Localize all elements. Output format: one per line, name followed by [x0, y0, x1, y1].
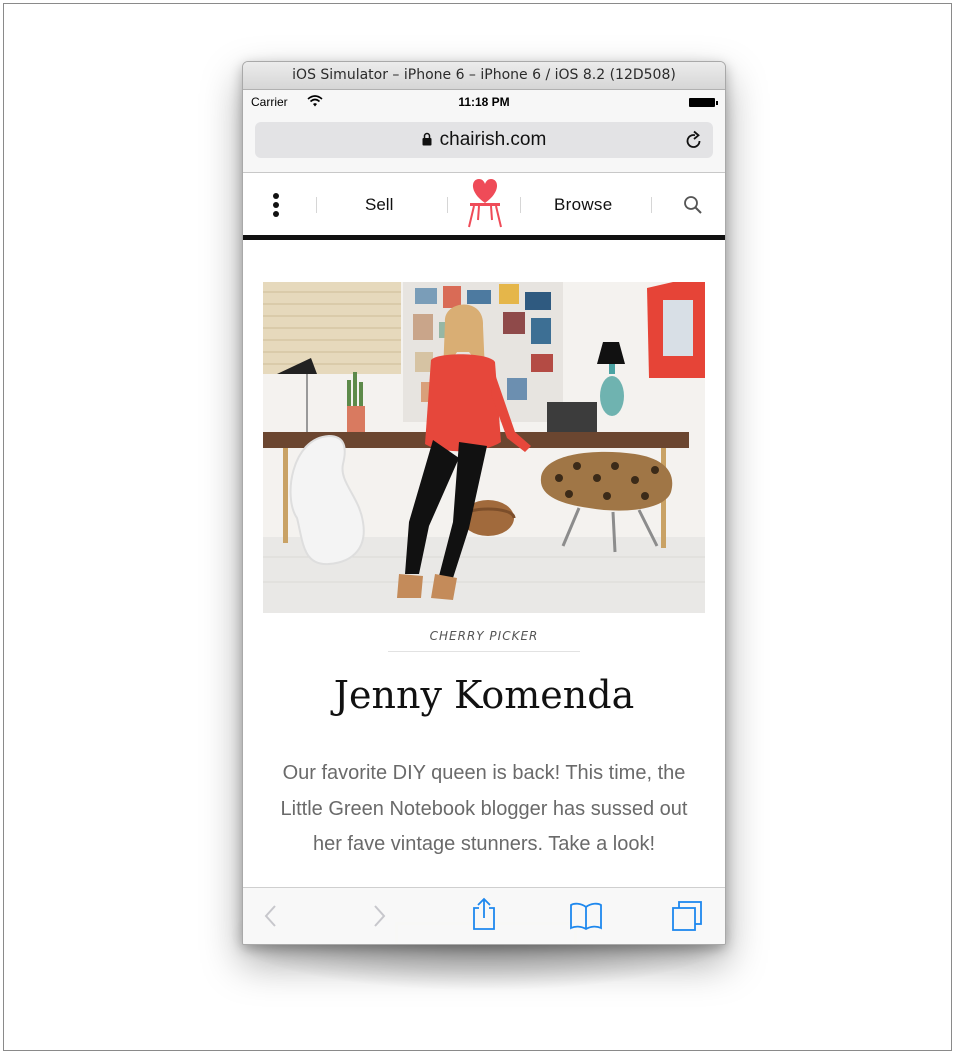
- reload-icon[interactable]: [685, 130, 703, 150]
- bookmarks-icon[interactable]: [569, 902, 603, 930]
- hero-photo-illustration: [263, 282, 705, 613]
- article-title[interactable]: Jenny Komenda: [243, 673, 725, 717]
- article-description: Our favorite DIY queen is back! This tim…: [280, 762, 688, 855]
- simulator-window: iOS Simulator – iPhone 6 – iPhone 6 / iO…: [242, 61, 726, 945]
- nav-separator: [651, 197, 652, 213]
- kebab-menu-icon[interactable]: [273, 193, 283, 219]
- chairish-logo[interactable]: [465, 177, 505, 231]
- forward-icon[interactable]: [371, 904, 387, 928]
- status-time: 11:18 PM: [458, 95, 510, 109]
- nav-separator: [316, 197, 317, 213]
- nav-browse-link[interactable]: Browse: [554, 195, 613, 215]
- eyebrow-rule: [388, 651, 580, 652]
- battery-icon: [689, 98, 718, 107]
- lock-icon: [422, 132, 432, 146]
- nav-separator: [520, 197, 521, 213]
- nav-divider: [243, 235, 725, 240]
- address-bar-area: chairish.com: [243, 114, 725, 173]
- simulator-title-bar: iOS Simulator – iPhone 6 – iPhone 6 / iO…: [243, 62, 725, 90]
- share-icon[interactable]: [471, 897, 497, 931]
- address-field[interactable]: chairish.com: [255, 122, 713, 158]
- address-text[interactable]: chairish.com: [255, 129, 713, 151]
- article-eyebrow: CHERRY PICKER: [429, 629, 539, 643]
- safari-toolbar: [243, 887, 725, 944]
- simulator-title: iOS Simulator – iPhone 6 – iPhone 6 / iO…: [292, 67, 676, 83]
- search-icon[interactable]: [683, 195, 703, 215]
- hero-photo[interactable]: [263, 282, 705, 613]
- nav-sell-link[interactable]: Sell: [365, 195, 393, 215]
- url-label: chairish.com: [439, 129, 547, 150]
- ios-status-bar: Carrier 11:18 PM: [243, 90, 725, 114]
- back-icon[interactable]: [263, 904, 279, 928]
- nav-separator: [447, 197, 448, 213]
- site-nav: Sell Browse: [243, 173, 725, 235]
- tabs-icon[interactable]: [671, 900, 703, 932]
